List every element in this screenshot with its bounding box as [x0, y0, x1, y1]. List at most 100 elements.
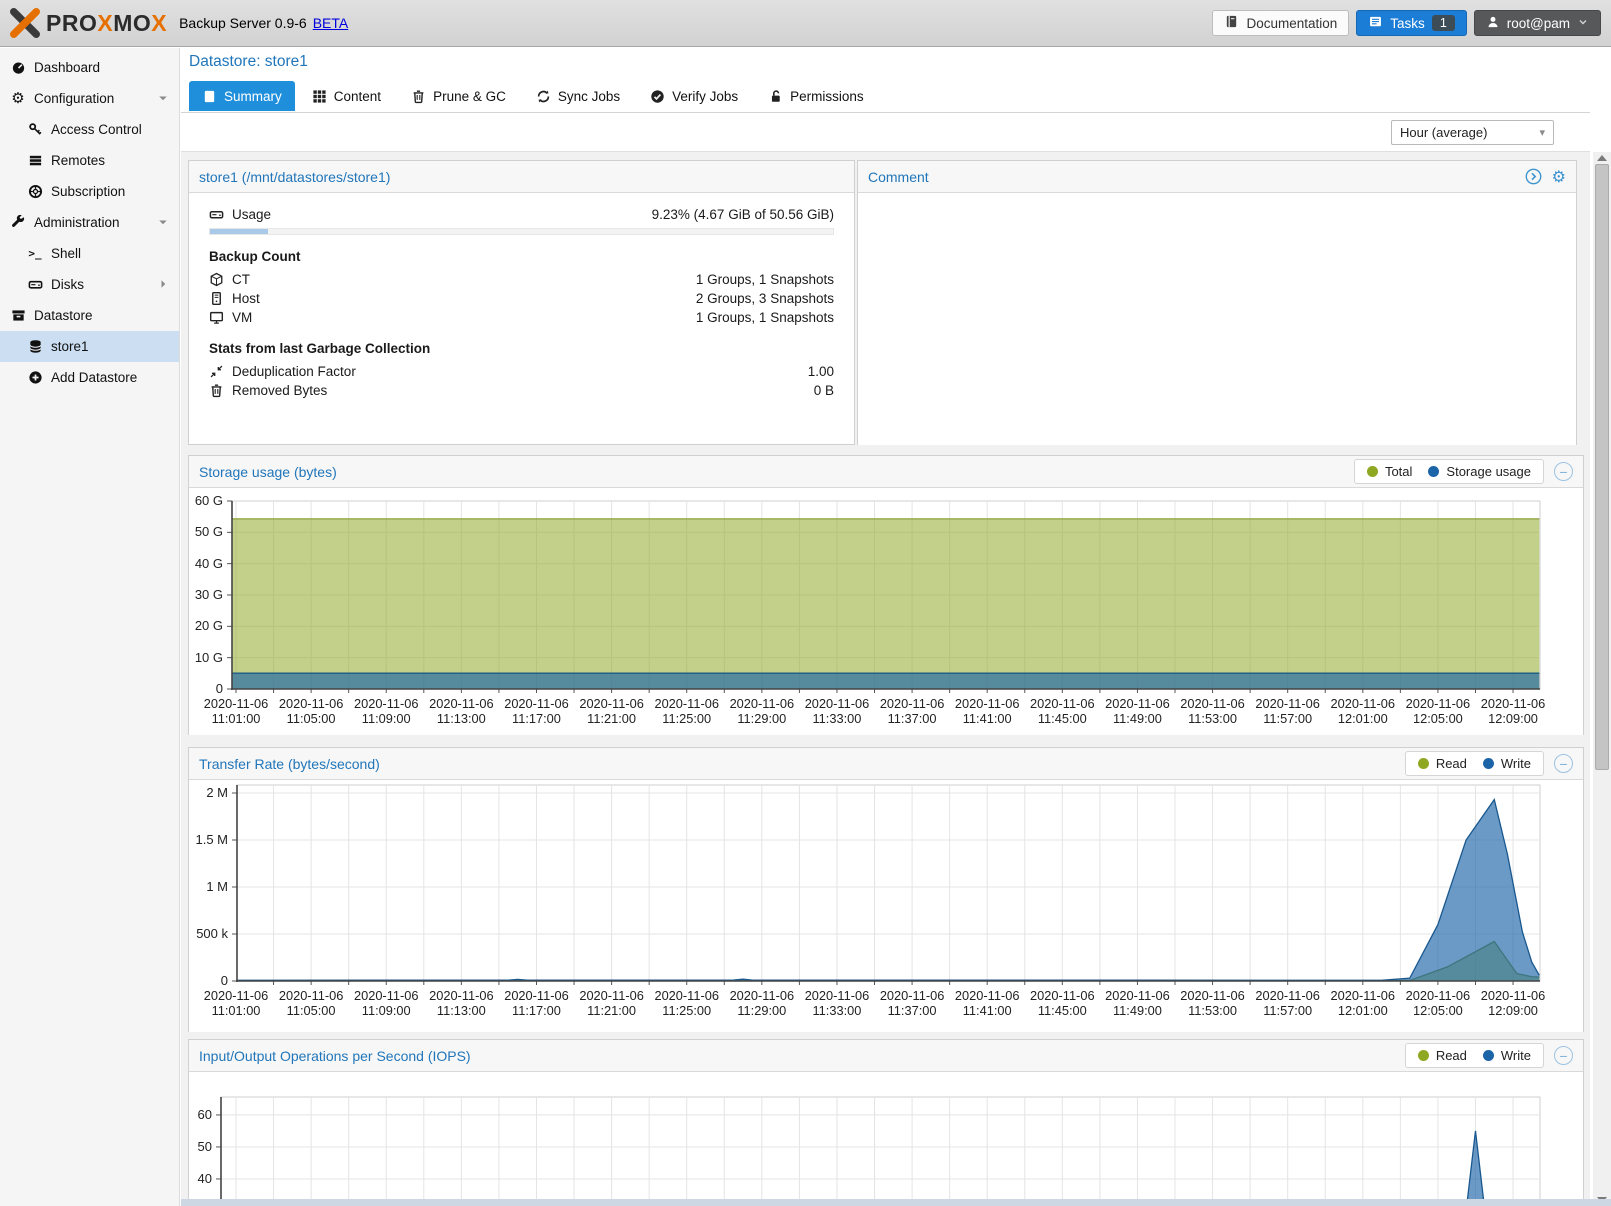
- y-axis-tick-label: 500 k: [189, 925, 228, 943]
- tab-label: Summary: [224, 89, 282, 104]
- sidebar: Dashboard ⚙ Configuration Access Control Rem…: [0, 48, 180, 1206]
- y-axis-tick-label: 60: [189, 1106, 212, 1124]
- chevron-down-icon: [157, 216, 169, 228]
- granularity-select[interactable]: Hour (average) ▾: [1391, 120, 1554, 145]
- store1-panel-body: Usage 9.23% (4.67 GiB of 50.56 GiB) Back…: [189, 193, 854, 400]
- sidebar-item-disks[interactable]: Disks: [0, 269, 179, 300]
- expand-chevron-circle-icon[interactable]: [1525, 168, 1542, 185]
- y-axis-tick-label: 50 G: [189, 523, 223, 541]
- y-axis-tick-label: 1 M: [189, 878, 228, 896]
- chevron-down-icon: ▾: [1539, 126, 1545, 139]
- gears-icon: ⚙: [10, 91, 26, 107]
- legend-item-write[interactable]: Write: [1483, 756, 1531, 771]
- comment-panel-header: Comment ⚙: [858, 161, 1576, 193]
- user-menu-button[interactable]: root@pam: [1474, 10, 1601, 36]
- iops-plot: [189, 1072, 1583, 1206]
- brand-text: PROXMOX: [46, 10, 167, 37]
- tab-label: Prune & GC: [433, 89, 506, 104]
- sidebar-item-datastore[interactable]: Datastore: [0, 300, 179, 331]
- tasks-button[interactable]: Tasks 1: [1356, 10, 1466, 36]
- legend-item-read[interactable]: Read: [1418, 1048, 1467, 1063]
- summary-scroll-area: store1 (/mnt/datastores/store1) Usage 9.…: [181, 152, 1590, 1206]
- summary-toolbar: Hour (average) ▾: [181, 113, 1590, 152]
- tasks-count-badge: 1: [1432, 15, 1455, 31]
- legend-item-storage-usage[interactable]: Storage usage: [1428, 464, 1531, 479]
- scroll-up-arrow[interactable]: [1597, 155, 1607, 161]
- collapse-minus-icon[interactable]: −: [1554, 462, 1573, 481]
- row-value: 1.00: [808, 364, 834, 379]
- tab-summary[interactable]: Summary: [189, 81, 295, 111]
- documentation-button[interactable]: Documentation: [1212, 10, 1349, 36]
- iops-header: Input/Output Operations per Second (IOPS…: [189, 1040, 1583, 1072]
- store1-summary-panel: store1 (/mnt/datastores/store1) Usage 9.…: [188, 160, 855, 445]
- storage-usage-legend: Total Storage usage: [1354, 459, 1544, 484]
- sidebar-item-subscription[interactable]: Subscription: [0, 176, 179, 207]
- tab-content[interactable]: Content: [299, 81, 394, 111]
- iops-legend: Read Write: [1405, 1043, 1544, 1068]
- lifering-icon: [27, 184, 43, 200]
- y-axis-tick-label: 1.5 M: [189, 831, 228, 849]
- write-legend-dot: [1483, 758, 1494, 769]
- iops-title: Input/Output Operations per Second (IOPS…: [199, 1048, 471, 1064]
- beta-link[interactable]: BETA: [313, 15, 349, 31]
- transfer-rate-panel: Transfer Rate (bytes/second) Read Write …: [188, 747, 1584, 1032]
- terminal-icon: >_: [27, 246, 43, 262]
- sidebar-item-administration[interactable]: Administration: [0, 207, 179, 238]
- row-value: 2 Groups, 3 Snapshots: [696, 291, 834, 306]
- y-axis-tick-label: 20 G: [189, 617, 223, 635]
- chevron-right-icon: [157, 278, 169, 290]
- row-label: Deduplication Factor: [232, 364, 356, 379]
- sidebar-item-label: Remotes: [51, 153, 105, 168]
- tab-sync-jobs[interactable]: Sync Jobs: [523, 81, 633, 111]
- tab-permissions[interactable]: Permissions: [755, 81, 877, 111]
- sidebar-item-label: Dashboard: [34, 60, 100, 75]
- sidebar-item-shell[interactable]: >_Shell: [0, 238, 179, 269]
- sidebar-item-add-datastore[interactable]: Add Datastore: [0, 362, 179, 393]
- sidebar-item-store1[interactable]: store1: [0, 331, 179, 362]
- collapse-minus-icon[interactable]: −: [1554, 1046, 1573, 1065]
- row-label: Removed Bytes: [232, 383, 327, 398]
- usage-row: Usage 9.23% (4.67 GiB of 50.56 GiB): [209, 207, 834, 222]
- task-list-icon: [1368, 14, 1383, 32]
- sidebar-item-access-control[interactable]: Access Control: [0, 114, 179, 145]
- storage-usage-series-storage-usage: [232, 673, 1539, 689]
- row-value: 1 Groups, 1 Snapshots: [696, 272, 834, 287]
- gear-icon[interactable]: ⚙: [1552, 167, 1566, 187]
- read-legend-dot: [1418, 1050, 1429, 1061]
- sidebar-item-label: Add Datastore: [51, 370, 137, 385]
- trash-icon: [411, 89, 426, 104]
- tab-label: Permissions: [790, 89, 864, 104]
- compress-icon: [209, 364, 224, 379]
- y-axis-tick-label: 30 G: [189, 586, 223, 604]
- wrench-icon: [10, 215, 26, 231]
- proxmox-logo: PROXMOX: [10, 8, 167, 38]
- sidebar-item-label: store1: [51, 339, 89, 354]
- sync-icon: [536, 89, 551, 104]
- box-icon: [10, 308, 26, 324]
- usage-value: 9.23% (4.67 GiB of 50.56 GiB): [652, 207, 834, 222]
- backup-row-ct: CT1 Groups, 1 Snapshots: [209, 270, 834, 289]
- sidebar-item-label: Configuration: [34, 91, 114, 106]
- tab-verify-jobs[interactable]: Verify Jobs: [637, 81, 751, 111]
- sidebar-item-remotes[interactable]: Remotes: [0, 145, 179, 176]
- tab-prune-gc[interactable]: Prune & GC: [398, 81, 519, 111]
- write-legend-dot: [1483, 1050, 1494, 1061]
- host-icon: [209, 291, 224, 306]
- tab-label: Sync Jobs: [558, 89, 620, 104]
- sidebar-item-dashboard[interactable]: Dashboard: [0, 52, 179, 83]
- usage-label: Usage: [232, 207, 271, 222]
- iops-panel: Input/Output Operations per Second (IOPS…: [188, 1039, 1584, 1206]
- storage-usage-panel: Storage usage (bytes) Total Storage usag…: [188, 455, 1584, 735]
- collapse-minus-icon[interactable]: −: [1554, 754, 1573, 773]
- legend-item-total[interactable]: Total: [1367, 464, 1412, 479]
- backup-row-vm: VM1 Groups, 1 Snapshots: [209, 308, 834, 327]
- sidebar-item-configuration[interactable]: ⚙ Configuration: [0, 83, 179, 114]
- legend-item-write[interactable]: Write: [1483, 1048, 1531, 1063]
- sidebar-item-label: Administration: [34, 215, 120, 230]
- legend-item-read[interactable]: Read: [1418, 756, 1467, 771]
- scrollbar-thumb[interactable]: [1595, 164, 1609, 770]
- book-icon: [202, 89, 217, 104]
- storage-usage-legend-dot: [1428, 466, 1439, 477]
- backup-row-host: Host2 Groups, 3 Snapshots: [209, 289, 834, 308]
- transfer-rate-title: Transfer Rate (bytes/second): [199, 756, 380, 772]
